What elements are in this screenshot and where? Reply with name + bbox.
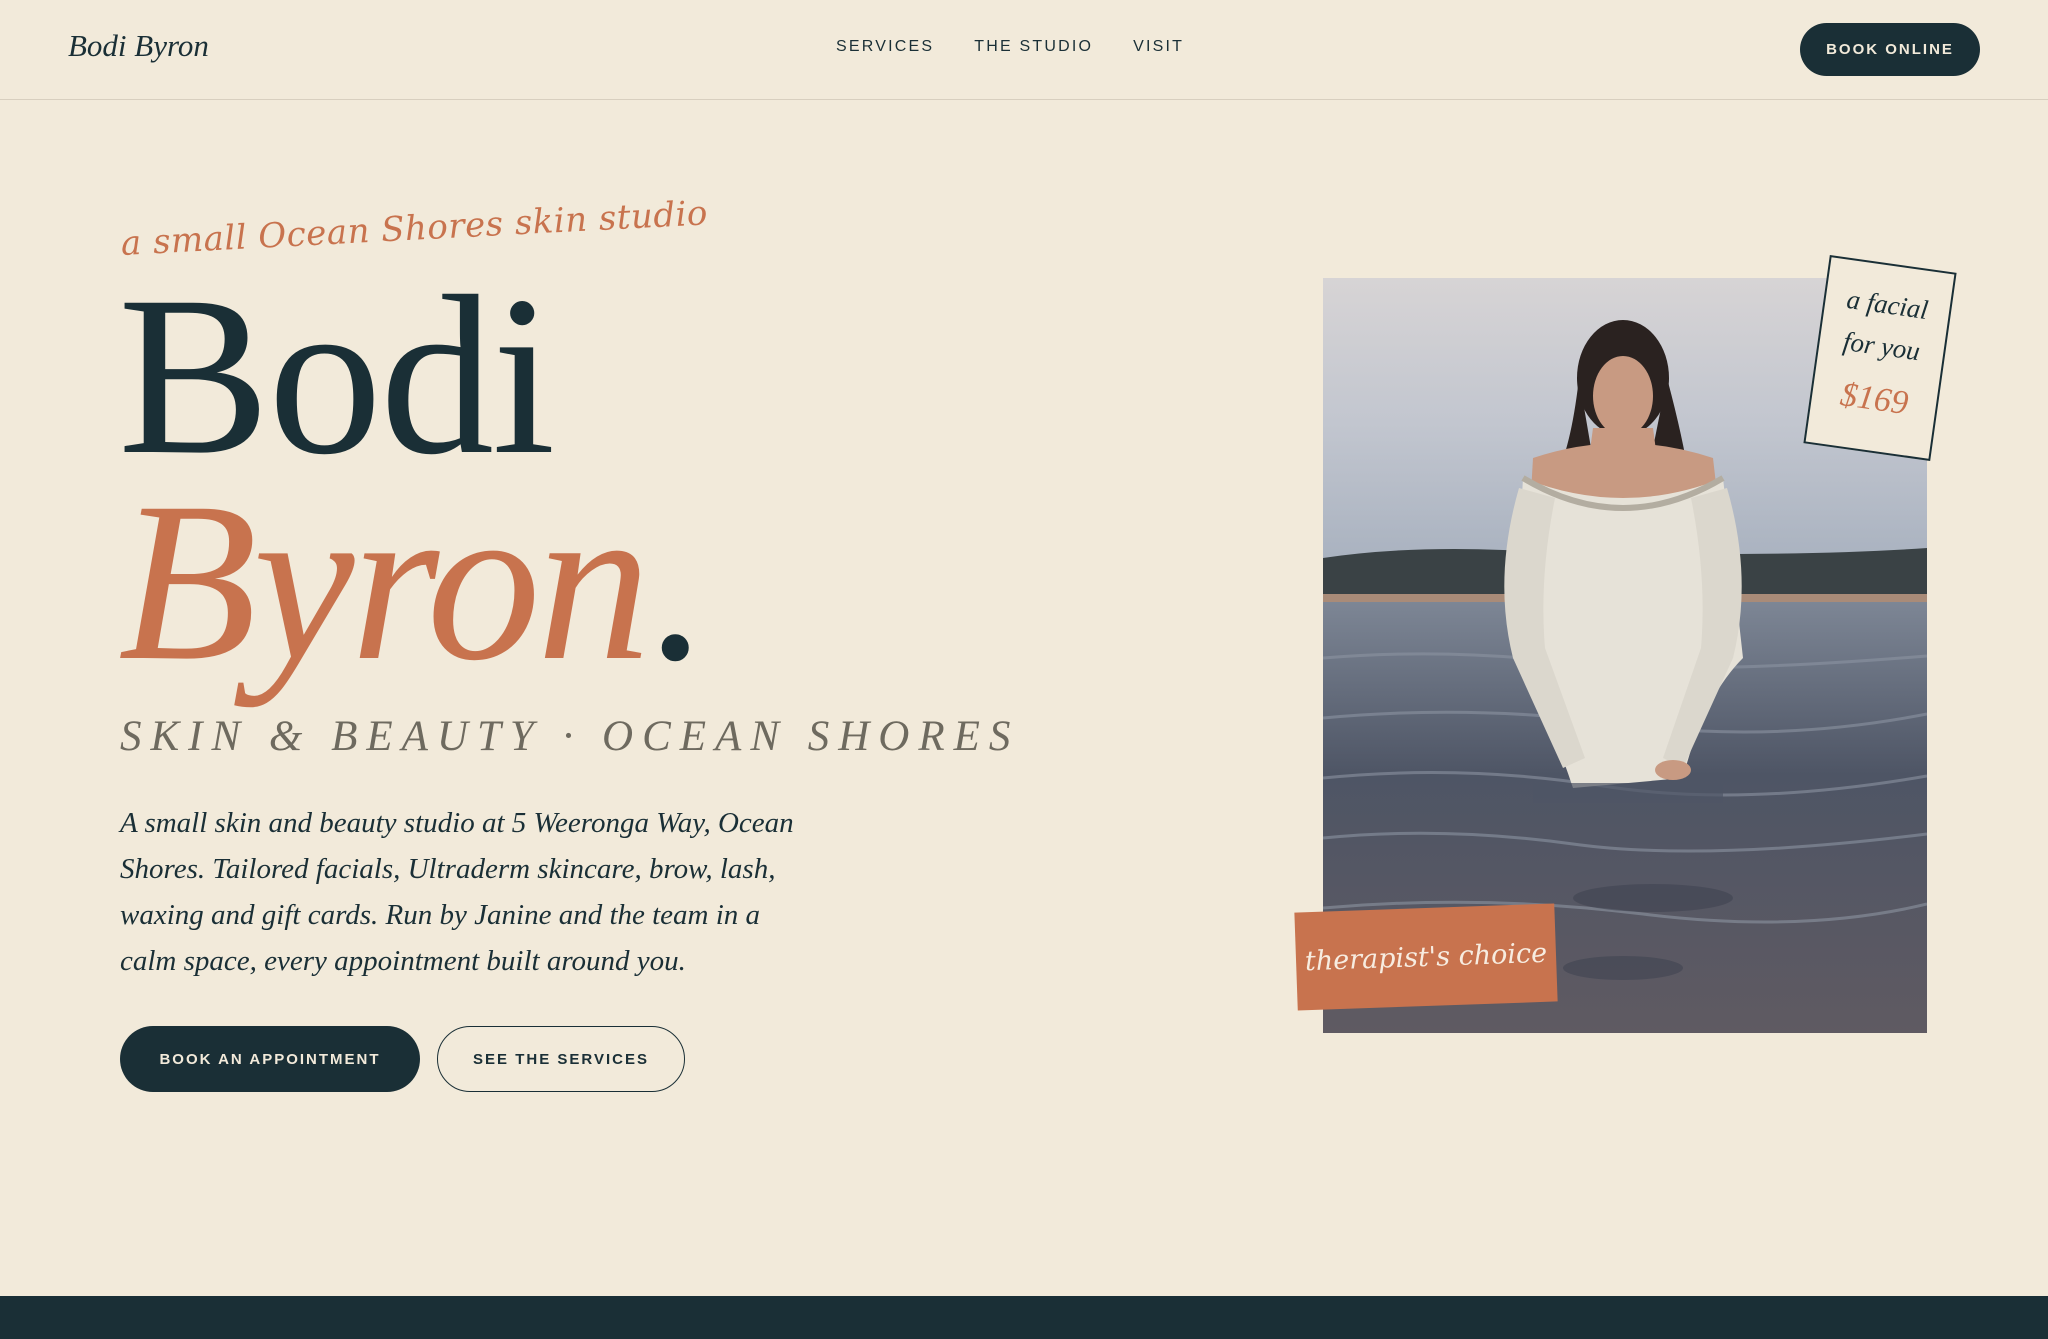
hero-intro: A small skin and beauty studio at 5 Weer… — [120, 807, 794, 977]
book-online-button[interactable]: BOOK ONLINE — [1800, 23, 1980, 76]
book-appointment-button[interactable]: BOOK AN APPOINTMENT — [120, 1026, 420, 1092]
price-card: a facial for you $169 — [1803, 255, 1957, 461]
nav-the-studio[interactable]: THE STUDIO — [974, 38, 1093, 56]
see-services-button[interactable]: SEE THE SERVICES — [437, 1026, 685, 1092]
site-header: Bodi Byron SERVICES THE STUDIO VISIT BOO… — [0, 0, 2048, 100]
price-value: $169 — [1837, 376, 1911, 423]
nav-services[interactable]: SERVICES — [836, 38, 934, 56]
therapists-choice-tag: therapist's choice — [1294, 903, 1558, 1011]
nav-visit[interactable]: VISIT — [1133, 38, 1184, 56]
footer-band — [0, 1296, 2048, 1339]
hero-subtitle: SKIN & BEAUTY · OCEAN SHORES — [120, 713, 1020, 760]
hero-title-dot: . — [646, 456, 704, 708]
brand-logo[interactable]: Bodi Byron — [68, 28, 209, 64]
main-nav: SERVICES THE STUDIO VISIT — [836, 38, 1184, 56]
hero-title-line2: Byron. — [118, 468, 704, 696]
hero-title-byron: Byron — [118, 456, 651, 708]
